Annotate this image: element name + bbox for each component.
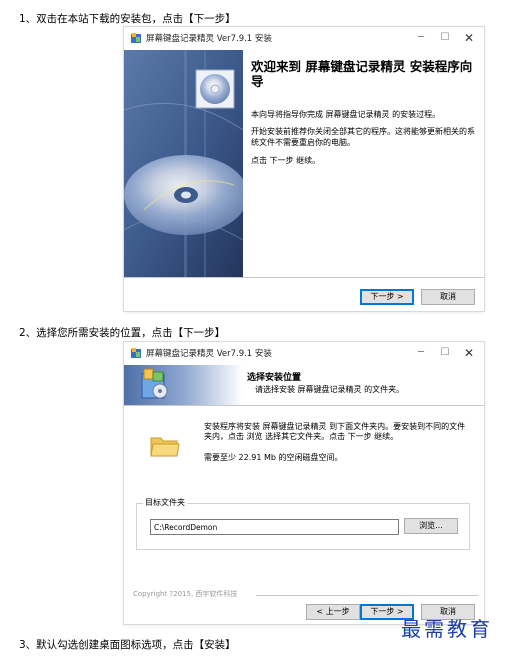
title-bar[interactable]: 屏幕键盘记录精灵 Ver7.9.1 安装 ─ ☐ ✕ (124, 342, 484, 365)
cd-banner-image (124, 50, 243, 277)
install-description: 安装程序将安装 屏幕键盘记录精灵 到下面文件夹内。要安装到不同的文件夹内，点击 … (204, 422, 466, 441)
minimize-icon[interactable]: ─ (410, 345, 432, 361)
minimize-icon[interactable]: ─ (410, 30, 432, 46)
window-title: 屏幕键盘记录精灵 Ver7.9.1 安装 (146, 34, 272, 44)
close-icon[interactable]: ✕ (458, 345, 480, 361)
header-box-icon (124, 365, 242, 405)
next-button[interactable]: 下一步 > (360, 289, 414, 305)
close-programs-paragraph: 开始安装前推荐你关闭全部其它的程序。这将能够更新相关的系统文件不需要重启你的电脑… (251, 127, 475, 147)
footer-divider (256, 595, 478, 596)
step-3-caption: 3、默认勾选创建桌面图标选项，点击【安装】 (19, 639, 236, 651)
footer-divider (124, 277, 484, 278)
destination-folder-label: 目标文件夹 (143, 497, 187, 508)
welcome-heading: 欢迎来到 屏幕键盘记录精灵 安装程序向导 (251, 59, 473, 89)
header-subtitle: 请选择安装 屏幕键盘记录精灵 的文件夹。 (255, 385, 405, 394)
header-title: 选择安装位置 (247, 373, 302, 383)
installer-app-icon (131, 33, 141, 43)
browse-button[interactable]: 浏览... (404, 518, 458, 534)
disk-space-note: 需要至少 22.91 Mb 的空闲磁盘空间。 (204, 453, 343, 462)
welcome-dialog: 屏幕键盘记录精灵 Ver7.9.1 安装 ─ ☐ ✕ 欢迎来到 屏幕键盘记录精灵… (124, 27, 484, 311)
window-title: 屏幕键盘记录精灵 Ver7.9.1 安装 (146, 349, 272, 359)
copyright-text: Copyright ?2015, 西宇软件科技 (133, 590, 238, 598)
install-location-dialog: 屏幕键盘记录精灵 Ver7.9.1 安装 ─ ☐ ✕ 选择安装位置 请选择安装 … (124, 342, 484, 624)
step-1-caption: 1、双击在本站下载的安装包，点击【下一步】 (19, 13, 236, 25)
header-divider (124, 405, 484, 406)
back-button[interactable]: < 上一步 (306, 604, 360, 620)
continue-paragraph: 点击 下一步 继续。 (251, 156, 321, 165)
watermark-text: 最需教育 (401, 617, 493, 641)
installer-app-icon (131, 348, 141, 358)
close-icon[interactable]: ✕ (458, 30, 480, 46)
maximize-icon[interactable]: ☐ (434, 345, 456, 361)
folder-icon (150, 437, 180, 457)
cancel-button[interactable]: 取消 (421, 289, 475, 305)
page-header: 选择安装位置 请选择安装 屏幕键盘记录精灵 的文件夹。 (124, 365, 484, 405)
title-bar[interactable]: 屏幕键盘记录精灵 Ver7.9.1 安装 ─ ☐ ✕ (124, 27, 484, 50)
destination-path-input[interactable] (150, 519, 399, 535)
step-2-caption: 2、选择您所需安装的位置，点击【下一步】 (19, 327, 226, 339)
maximize-icon[interactable]: ☐ (434, 30, 456, 46)
intro-paragraph: 本向导将指导你完成 屏幕键盘记录精灵 的安装过程。 (251, 110, 441, 119)
